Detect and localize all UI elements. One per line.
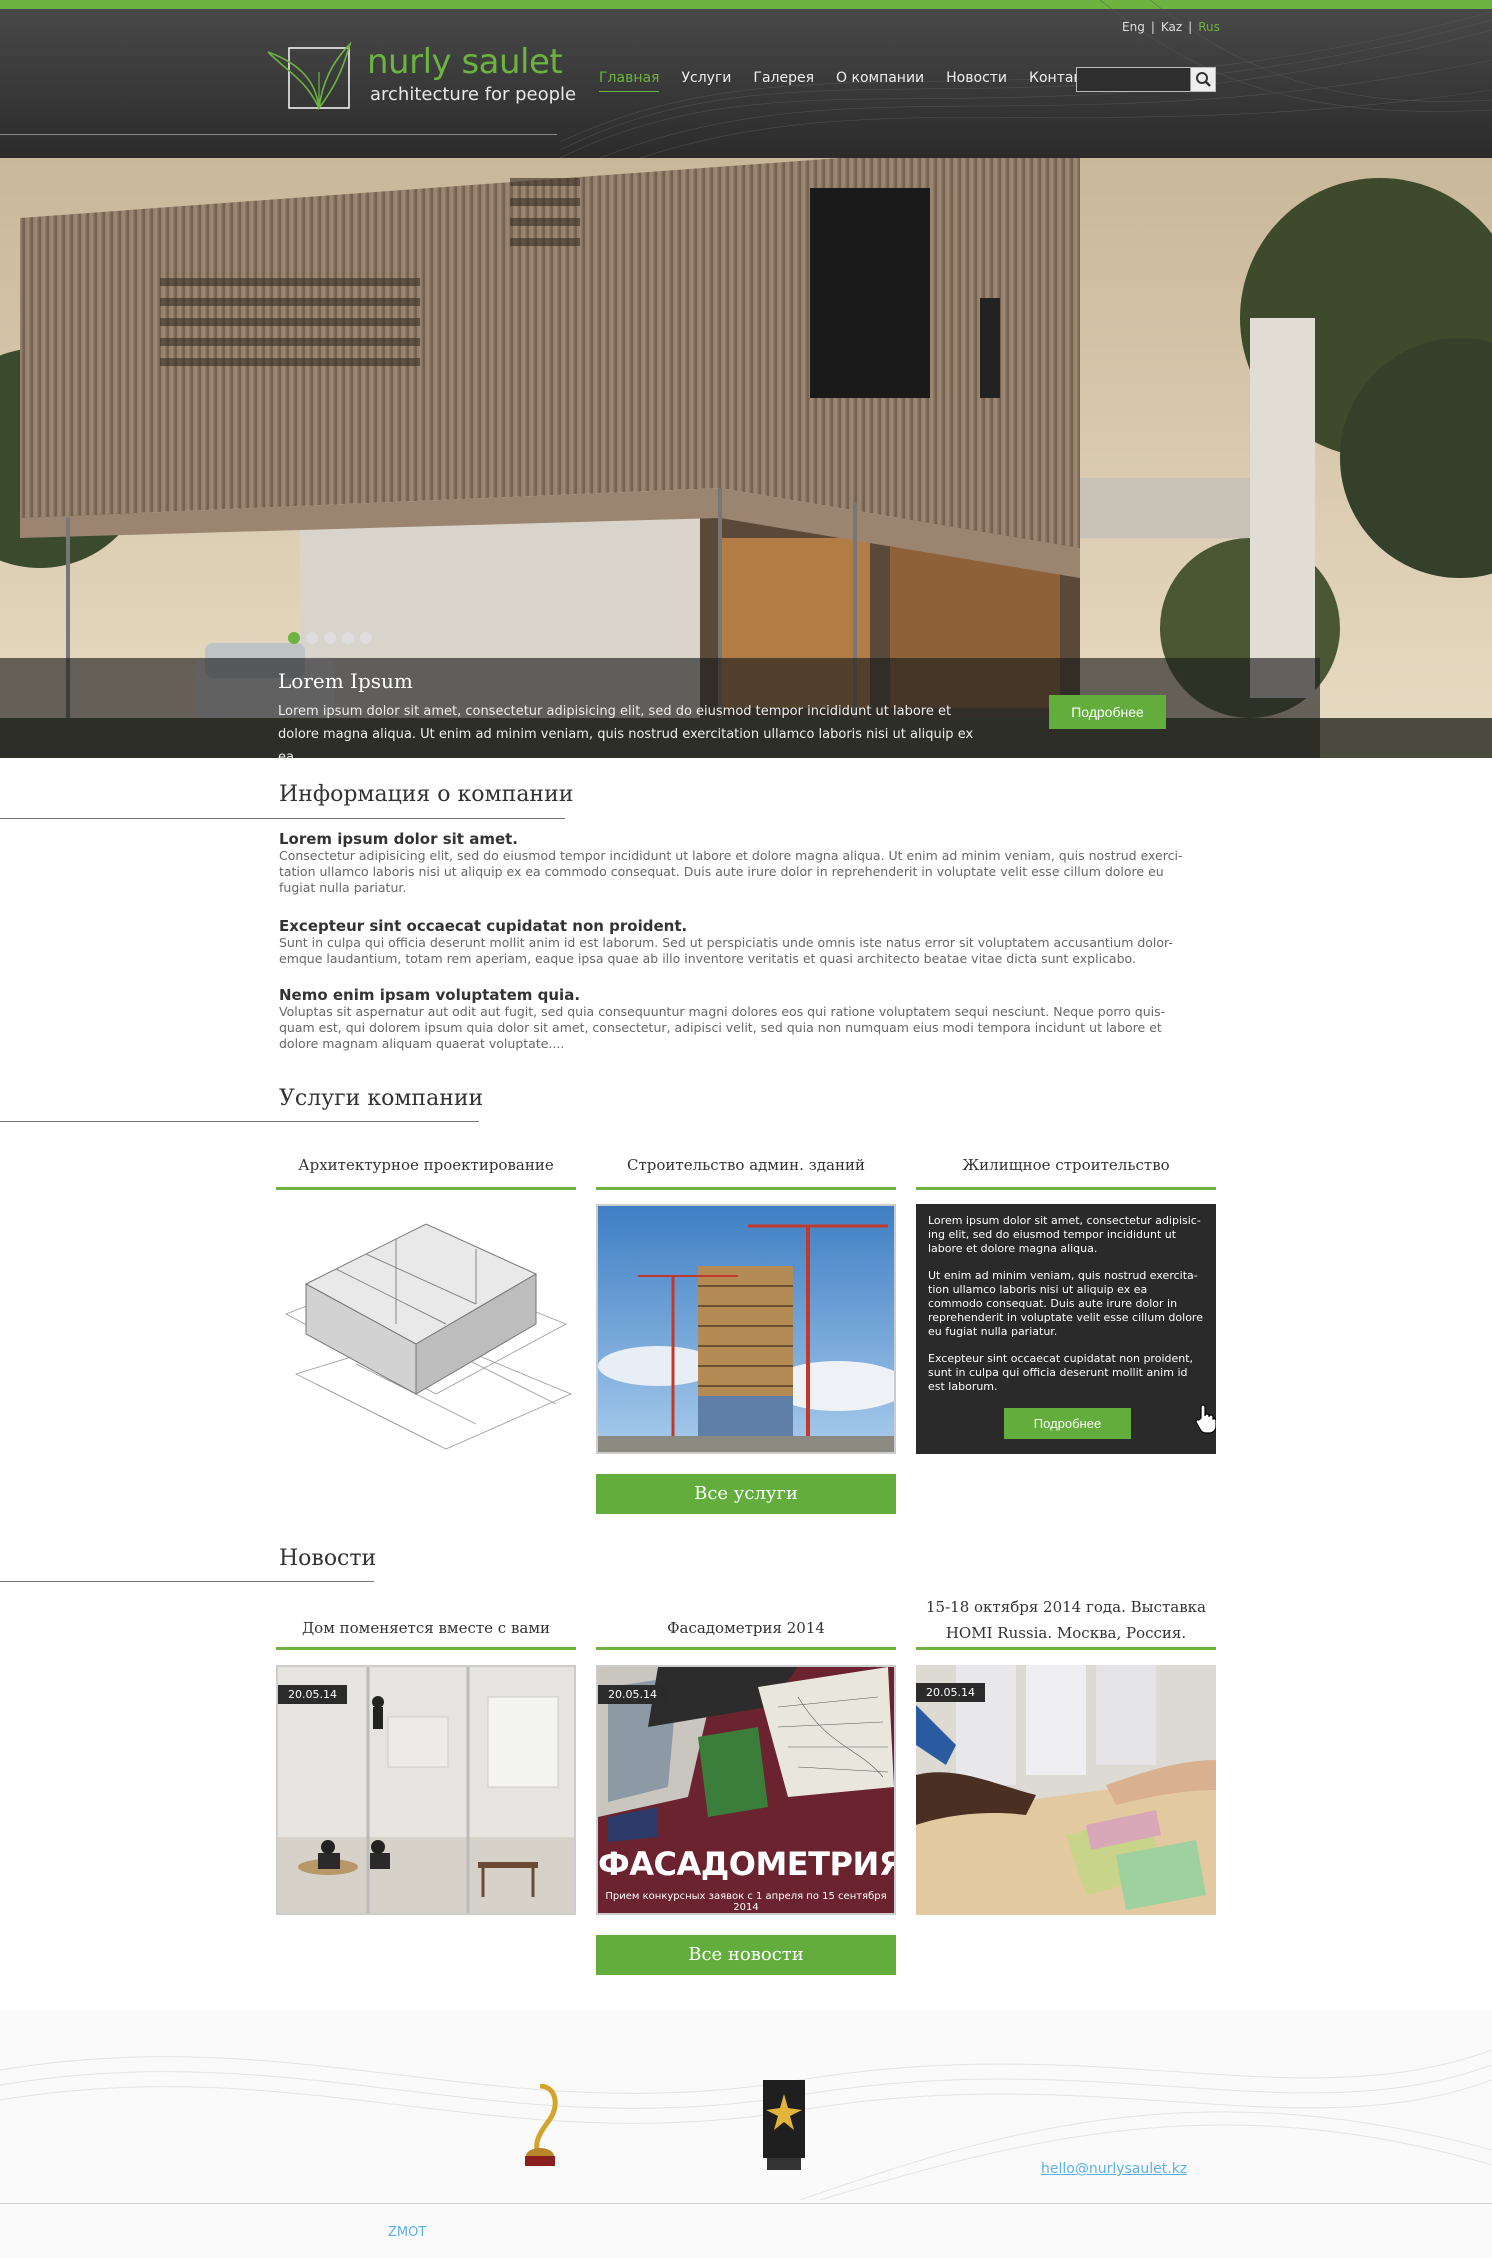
search-button[interactable] (1190, 68, 1215, 91)
service-hover-card[interactable]: Lorem ipsum dolor sit amet, consectetur … (916, 1204, 1216, 1454)
blueprint-model-image (285, 1223, 573, 1450)
lang-eng[interactable]: Eng (1122, 20, 1145, 34)
service-title-bar (276, 1187, 576, 1190)
logo[interactable]: nurly saulet architecture for people (266, 42, 576, 112)
lang-separator: | (1150, 20, 1155, 34)
site-footer: hello@nurlysaulet.kz ZMOT (0, 2010, 1492, 2258)
footer-email-link[interactable]: hello@nurlysaulet.kz (1041, 2161, 1187, 2177)
service-title-bar (596, 1187, 896, 1190)
header-divider (0, 134, 557, 135)
service-image-architecture[interactable] (276, 1204, 576, 1454)
color-swatches-photo (916, 1665, 1216, 1915)
all-services-button[interactable]: Все услуги (596, 1474, 896, 1514)
news-date: 20.05.14 (916, 1683, 985, 1702)
hero-text: Lorem ipsum dolor sit amet, consectetur … (278, 704, 974, 758)
poster-title: ФАСАДОМЕТРИЯ (598, 1845, 896, 1883)
service-hover-text: Lorem ipsum dolor sit amet, consectetur … (928, 1214, 1201, 1255)
service-more-button[interactable]: Подробнее (1004, 1408, 1131, 1439)
about-title: Информация о компании (279, 782, 574, 807)
hero-more-button[interactable]: Подробнее (1049, 695, 1166, 729)
award-trophy-icon[interactable] (515, 2084, 565, 2170)
news-title-bar (916, 1647, 1216, 1650)
hand-cursor-icon (1195, 1404, 1216, 1434)
slider-dot[interactable] (324, 632, 336, 644)
service-title[interactable]: Строительство админ. зданий (596, 1156, 896, 1174)
award-star-icon[interactable] (757, 2080, 811, 2172)
slider-dots (288, 632, 372, 644)
lang-kaz[interactable]: Kaz (1161, 20, 1182, 34)
poster-subtitle: Прием конкурсных заявок с 1 апреля по 15… (605, 1891, 887, 1913)
service-hover-text: Excepteur sint occaecat cupidatat non pr… (928, 1352, 1194, 1393)
news-item-title[interactable]: Дом поменяется вместе с вами (276, 1619, 576, 1637)
slider-dot[interactable] (288, 632, 300, 644)
news-image[interactable]: ФАСАДОМЕТРИЯ Прием конкурсных заявок с 1… (596, 1665, 896, 1915)
footer-divider (0, 2203, 1492, 2204)
nav-item-news[interactable]: Новости (946, 70, 1007, 92)
construction-site-image (598, 1206, 894, 1452)
main-nav: Главная Услуги Галерея О компании Новост… (599, 70, 1123, 92)
lang-separator: | (1188, 20, 1193, 34)
search-input[interactable] (1077, 68, 1189, 91)
nav-item-about[interactable]: О компании (836, 70, 924, 92)
news-title-bar (596, 1647, 896, 1650)
lang-rus[interactable]: Rus (1198, 20, 1220, 34)
news-image[interactable]: 20.05.14 (276, 1665, 576, 1915)
nav-item-home[interactable]: Главная (599, 70, 660, 92)
all-news-button[interactable]: Все новости (596, 1935, 896, 1975)
about-text: Voluptas sit aspernatur aut odit aut fug… (279, 1004, 1166, 1051)
logo-leaf-icon (267, 42, 352, 110)
search-icon (1196, 72, 1211, 87)
news-image[interactable]: 20.05.14 (916, 1665, 1216, 1915)
hero-title: Lorem Ipsum (278, 669, 413, 693)
service-title-bar (916, 1187, 1216, 1190)
site-header: nurly saulet architecture for people Eng… (0, 0, 1492, 158)
nav-item-gallery[interactable]: Галерея (753, 70, 814, 92)
language-switcher: Eng | Kaz | Rus (1119, 20, 1223, 34)
about-heading: Nemo enim ipsam voluptatem quia. (279, 986, 581, 1004)
about-text: Consectetur adipisicing elit, sed do eiu… (279, 848, 1183, 895)
services-title-underline (0, 1121, 479, 1122)
about-block: Lorem ipsum dolor sit amet. Consectetur … (279, 830, 1184, 896)
news-item-title[interactable]: 15-18 октября 2014 года. Выставка HOMI R… (916, 1594, 1216, 1646)
service-hover-text: Ut enim ad minim veniam, quis nostrud ex… (928, 1269, 1203, 1338)
service-image-construction[interactable] (596, 1204, 896, 1454)
hero-caption: Lorem Ipsum Lorem ipsum dolor sit amet, … (0, 658, 1320, 758)
footer-credit-link[interactable]: ZMOT (388, 2225, 426, 2240)
about-heading: Excepteur sint occaecat cupidatat non pr… (279, 917, 688, 935)
about-block: Nemo enim ipsam voluptatem quia. Volupta… (279, 986, 1184, 1052)
service-title[interactable]: Архитектурное проектирование (276, 1156, 576, 1174)
news-item-title[interactable]: Фасадометрия 2014 (596, 1619, 896, 1637)
service-title[interactable]: Жилищное строительство (916, 1156, 1216, 1174)
services-title: Услуги компании (279, 1086, 484, 1111)
slider-dot[interactable] (342, 632, 354, 644)
about-title-underline (0, 818, 565, 819)
news-date: 20.05.14 (278, 1685, 347, 1704)
about-block: Excepteur sint occaecat cupidatat non pr… (279, 917, 1184, 967)
news-title-underline (0, 1581, 374, 1582)
news-title-bar (276, 1647, 576, 1650)
slider-dot[interactable] (306, 632, 318, 644)
footer-wave-pattern (0, 2049, 1492, 2201)
brand-tagline: architecture for people (370, 84, 577, 105)
about-text: Sunt in culpa qui officia deserunt molli… (279, 935, 1173, 966)
hero-slider: Lorem Ipsum Lorem ipsum dolor sit amet, … (0, 158, 1492, 758)
search-box (1076, 67, 1216, 92)
brand-name: nurly saulet (367, 42, 563, 82)
news-date: 20.05.14 (598, 1685, 667, 1704)
slider-dot[interactable] (360, 632, 372, 644)
about-heading: Lorem ipsum dolor sit amet. (279, 830, 518, 848)
news-title: Новости (279, 1546, 377, 1571)
nav-item-services[interactable]: Услуги (681, 70, 731, 92)
